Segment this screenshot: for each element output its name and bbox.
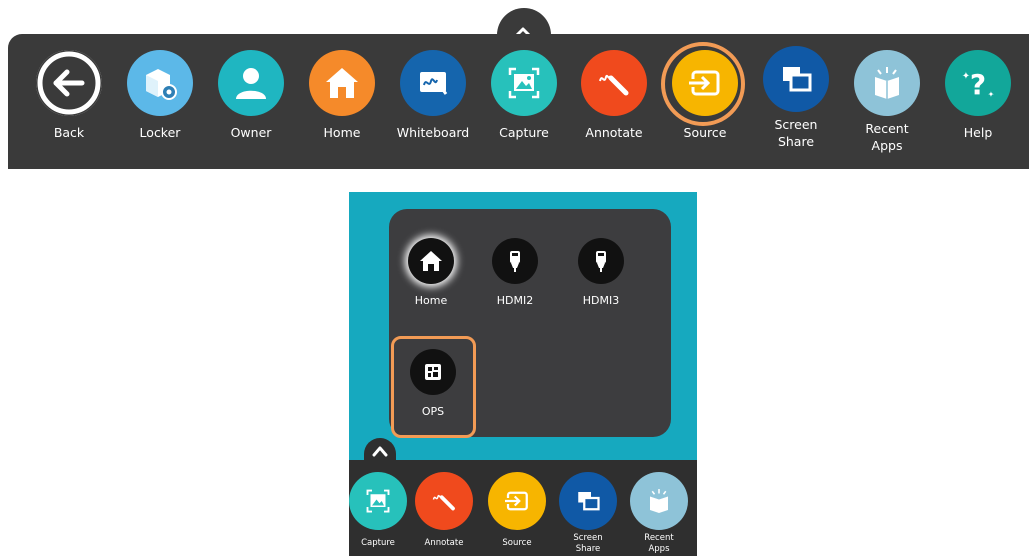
mini-screen-share-label: Screen Share xyxy=(573,533,603,554)
annotate-icon xyxy=(581,50,647,116)
screen-share-button[interactable]: Screen Share xyxy=(751,46,841,160)
source-item-ops-label: OPS xyxy=(421,405,445,418)
annotate-label: Annotate xyxy=(585,125,643,140)
mini-toolbar-collapse-tab[interactable] xyxy=(364,438,396,464)
source-icon xyxy=(672,50,738,116)
whiteboard-button[interactable]: Whiteboard xyxy=(388,50,478,160)
recent-apps-icon xyxy=(854,50,920,116)
source-button[interactable]: Source xyxy=(660,50,750,160)
home-icon xyxy=(309,50,375,116)
help-icon: ? ✦ ✦ xyxy=(945,50,1011,116)
capture-icon xyxy=(349,472,407,530)
mini-annotate-button[interactable]: Annotate xyxy=(412,472,476,549)
locker-button[interactable]: Locker xyxy=(115,50,205,160)
screen-share-icon xyxy=(559,472,617,530)
screen-share-label: Screen Share xyxy=(774,117,818,149)
capture-icon xyxy=(491,50,557,116)
source-item-hdmi3[interactable]: HDMI3 xyxy=(561,238,641,307)
chevron-up-icon xyxy=(372,446,388,457)
capture-button[interactable]: Capture xyxy=(479,50,569,160)
mini-source-button[interactable]: Source xyxy=(485,472,549,549)
owner-icon xyxy=(218,50,284,116)
back-arrow-icon xyxy=(36,50,102,116)
screen-share-icon xyxy=(763,46,829,112)
source-item-home[interactable]: Home xyxy=(391,238,471,307)
locker-label: Locker xyxy=(139,125,181,140)
owner-button[interactable]: Owner xyxy=(206,50,296,160)
annotate-icon xyxy=(415,472,473,530)
source-item-hdmi2-label: HDMI2 xyxy=(496,294,534,307)
source-item-hdmi2[interactable]: HDMI2 xyxy=(475,238,555,307)
help-label: Help xyxy=(963,125,993,140)
hdmi-icon xyxy=(492,238,538,284)
mini-screen-share-button[interactable]: Screen Share xyxy=(556,472,620,555)
mini-annotate-label: Annotate xyxy=(424,538,464,548)
help-button[interactable]: ? ✦ ✦ Help xyxy=(933,50,1023,160)
mini-capture-label: Capture xyxy=(361,538,395,548)
mini-recent-apps-button[interactable]: Recent Apps xyxy=(627,472,691,555)
mini-source-label: Source xyxy=(502,538,532,548)
whiteboard-label: Whiteboard xyxy=(396,125,470,140)
svg-text:?: ? xyxy=(970,68,986,101)
mini-recent-apps-label: Recent Apps xyxy=(644,533,674,554)
home-button[interactable]: Home xyxy=(297,50,387,160)
source-popup-screenshot: Home HDMI2 HDMI3 OPS Capture Annotate So… xyxy=(349,192,697,556)
ops-icon xyxy=(410,349,456,395)
recent-apps-label: Recent Apps xyxy=(865,121,909,153)
home-label: Home xyxy=(323,125,361,140)
svg-text:✦: ✦ xyxy=(988,90,995,99)
recent-apps-icon xyxy=(630,472,688,530)
back-label: Back xyxy=(53,125,85,140)
locker-icon xyxy=(127,50,193,116)
whiteboard-icon xyxy=(400,50,466,116)
back-button[interactable]: Back xyxy=(24,50,114,160)
source-item-home-label: Home xyxy=(414,294,448,307)
svg-text:✦: ✦ xyxy=(962,71,970,82)
mini-capture-button[interactable]: Capture xyxy=(349,472,410,549)
source-icon xyxy=(488,472,546,530)
source-label: Source xyxy=(683,125,727,140)
hdmi-icon xyxy=(578,238,624,284)
home-icon xyxy=(408,238,454,284)
recent-apps-button[interactable]: Recent Apps xyxy=(842,50,932,160)
source-item-ops[interactable]: OPS xyxy=(393,349,473,418)
source-item-hdmi3-label: HDMI3 xyxy=(582,294,620,307)
owner-label: Owner xyxy=(230,125,272,140)
capture-label: Capture xyxy=(499,125,549,140)
annotate-button[interactable]: Annotate xyxy=(569,50,659,160)
